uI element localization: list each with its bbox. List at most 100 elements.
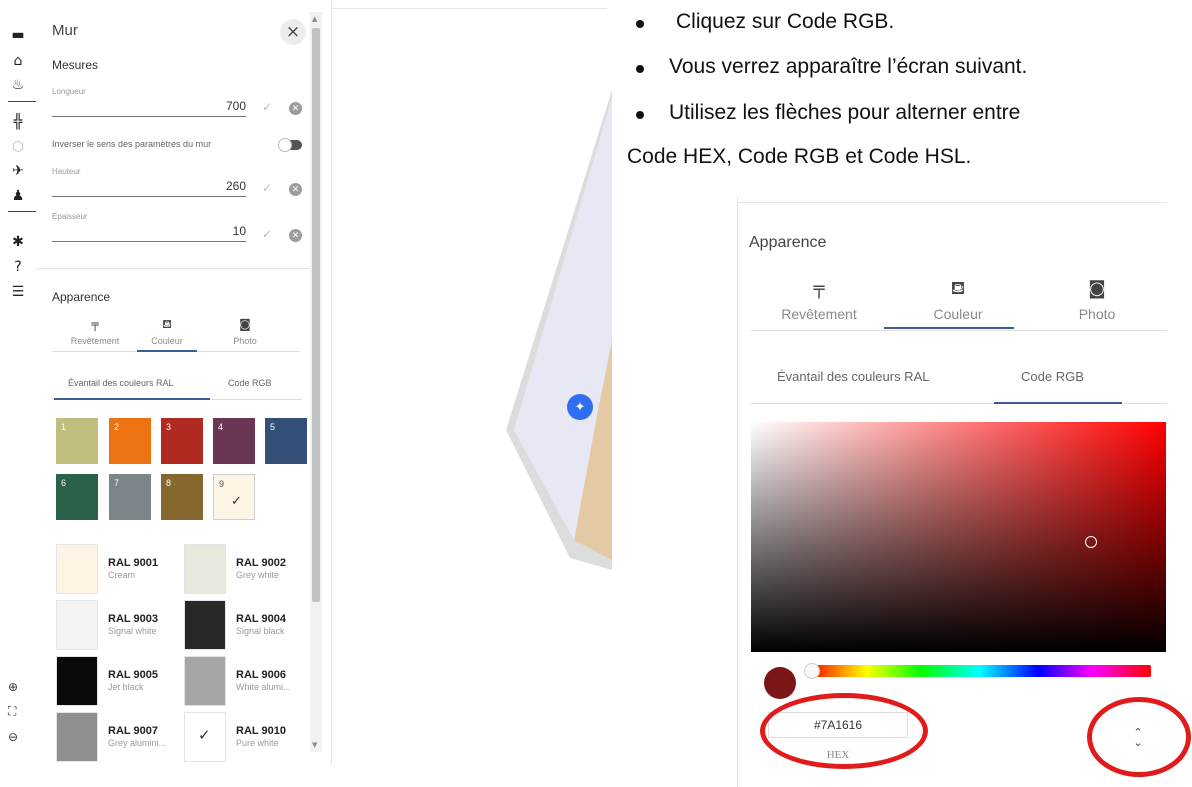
ral-color-square — [184, 656, 226, 706]
tab-coating[interactable]: ╤ Revêtement — [58, 317, 132, 346]
3d-wall-scene[interactable] — [500, 90, 612, 570]
ral-color-item[interactable]: RAL 9001 Cream — [56, 544, 176, 594]
ral-color-item[interactable]: RAL 9006 White alumi... — [184, 656, 304, 706]
ral-color-square — [56, 712, 98, 762]
zoomed-tab-photo[interactable]: ◙ Photo — [1037, 278, 1157, 322]
zoomed-tab-ral-fan[interactable]: Évantail des couleurs RAL — [777, 369, 929, 384]
ral-color-item[interactable]: RAL 9005 Jet black — [56, 656, 176, 706]
wall-properties-panel: Mur × ▲ ▼ Mesures Longueur 700 ✓ ✕ Inver… — [36, 0, 332, 764]
magic-wand-button[interactable]: ✦ — [567, 394, 593, 420]
ral-code: RAL 9006 — [236, 669, 286, 681]
ral-code: RAL 9010 — [236, 725, 286, 737]
paint-bucket-icon: ⛾ — [162, 317, 172, 331]
ral-color-square — [56, 656, 98, 706]
home-icon[interactable]: ⌂ — [7, 50, 29, 72]
zoomed-tab-color[interactable]: ⛾ Couleur — [898, 278, 1018, 322]
ral-family-swatch[interactable]: 1 — [56, 418, 98, 464]
zoom-out-icon[interactable]: ⊖ — [8, 730, 18, 744]
clear-icon[interactable]: ✕ — [289, 229, 302, 242]
list-icon[interactable]: ☰ — [7, 281, 29, 303]
tab-photo[interactable]: ◙ Photo — [208, 317, 282, 346]
picker-cursor[interactable] — [1085, 536, 1097, 548]
clear-icon[interactable]: ✕ — [289, 102, 302, 115]
active-tab-indicator — [137, 350, 197, 352]
tab-ral-fan[interactable]: Évantail des couleurs RAL — [68, 378, 174, 388]
swatch-number: 1 — [61, 422, 67, 432]
ral-code: RAL 9002 — [236, 557, 286, 569]
person-icon[interactable]: ♟ — [7, 185, 29, 207]
height-label: Hauteur — [52, 167, 81, 176]
toolbar-divider — [8, 211, 36, 212]
ral-family-swatch[interactable]: 9 ✓ — [213, 474, 255, 520]
add-photo-icon: ◙ — [1088, 278, 1106, 299]
paint-roller-icon: ╤ — [813, 278, 825, 299]
ral-color-item[interactable]: RAL 9002 Grey white — [184, 544, 304, 594]
sofa-icon[interactable]: ▬ — [7, 24, 29, 46]
gear-icon[interactable]: ✱ — [7, 231, 29, 253]
hex-highlight-annotation — [760, 693, 928, 769]
zoomed-panel-border — [737, 196, 738, 787]
swatch-number: 6 — [61, 478, 67, 488]
ral-family-swatch[interactable]: 5 — [265, 418, 307, 464]
confirm-icon[interactable]: ✓ — [262, 100, 272, 114]
tab-rgb-code[interactable]: Code RGB — [228, 378, 272, 388]
scroll-down-icon[interactable]: ▼ — [312, 741, 317, 749]
close-button[interactable]: × — [280, 19, 306, 45]
paint-bucket-icon: ⛾ — [950, 278, 966, 299]
hue-slider[interactable] — [804, 663, 1151, 679]
zoomed-tab-coating-label: Revêtement — [781, 306, 857, 322]
ral-color-item[interactable]: RAL 9003 Signal white — [56, 600, 176, 650]
ral-family-swatch[interactable]: 2 — [109, 418, 151, 464]
scroll-up-icon[interactable]: ▲ — [312, 15, 317, 23]
zoom-in-icon[interactable]: ⊕ — [8, 680, 18, 694]
height-input[interactable]: 260 — [52, 179, 246, 197]
instruction-3-text: Utilisez les flèches pour alterner entre — [669, 101, 1021, 124]
tab-color[interactable]: ⛾ Couleur — [130, 317, 204, 346]
ral-color-item[interactable]: RAL 9004 Signal black — [184, 600, 304, 650]
ral-family-swatch[interactable]: 8 — [161, 474, 203, 520]
clear-icon[interactable]: ✕ — [289, 183, 302, 196]
panel-scrollbar[interactable]: ▲ ▼ — [310, 12, 322, 752]
ral-color-item[interactable]: RAL 9007 Grey alumini... — [56, 712, 176, 762]
toolbar-divider — [8, 101, 36, 102]
zoomed-active-color-tab-indicator — [994, 402, 1122, 404]
ral-name: Grey alumini... — [108, 738, 167, 748]
instruction-3-cont-text: Code HEX, Code RGB et Code HSL. — [627, 145, 972, 168]
hue-slider-handle[interactable] — [804, 663, 820, 679]
check-icon: ✓ — [198, 726, 211, 744]
invert-label: Inverser le sens des paramètres du mur — [52, 139, 212, 149]
confirm-icon[interactable]: ✓ — [262, 181, 272, 195]
ral-name: Signal black — [236, 626, 285, 636]
ral-name: Cream — [108, 570, 136, 580]
ral-color-square — [56, 600, 98, 650]
zoomed-tab-coating[interactable]: ╤ Revêtement — [759, 278, 879, 322]
thickness-input[interactable]: 10 — [52, 224, 246, 242]
ral-family-swatch[interactable]: 6 — [56, 474, 98, 520]
ral-family-swatch[interactable]: 7 — [109, 474, 151, 520]
ral-code: RAL 9004 — [236, 613, 286, 625]
help-icon[interactable]: ? — [7, 256, 29, 278]
canvas-top-border — [332, 8, 607, 9]
airplane-icon[interactable]: ✈ — [7, 160, 29, 182]
zoomed-appearance-title: Apparence — [749, 234, 827, 251]
confirm-icon[interactable]: ✓ — [262, 227, 272, 241]
ral-family-swatch[interactable]: 4 — [213, 418, 255, 464]
length-input[interactable]: 700 — [52, 99, 246, 117]
panel-title: Mur — [52, 22, 78, 39]
ral-code: RAL 9005 — [108, 669, 158, 681]
ral-color-square — [184, 600, 226, 650]
zoomed-tab-color-label: Couleur — [933, 306, 983, 322]
cube-icon[interactable]: ⬡ — [7, 136, 29, 158]
swatch-number: 8 — [166, 478, 172, 488]
ral-color-item[interactable]: ✓ RAL 9010 Pure white — [184, 712, 304, 762]
zoomed-tab-rgb-code[interactable]: Code RGB — [1021, 369, 1084, 384]
saturation-value-picker[interactable] — [751, 422, 1166, 652]
scroll-thumb[interactable] — [312, 28, 320, 602]
invert-toggle[interactable] — [278, 138, 302, 152]
fit-screen-icon[interactable]: ⛶ — [8, 704, 16, 719]
ral-family-swatch[interactable]: 3 — [161, 418, 203, 464]
bucket-icon[interactable]: ♨ — [7, 74, 29, 96]
floorplan-icon[interactable]: ╬ — [7, 111, 29, 133]
swatch-number: 9 — [219, 479, 225, 489]
check-icon: ✓ — [231, 494, 242, 509]
